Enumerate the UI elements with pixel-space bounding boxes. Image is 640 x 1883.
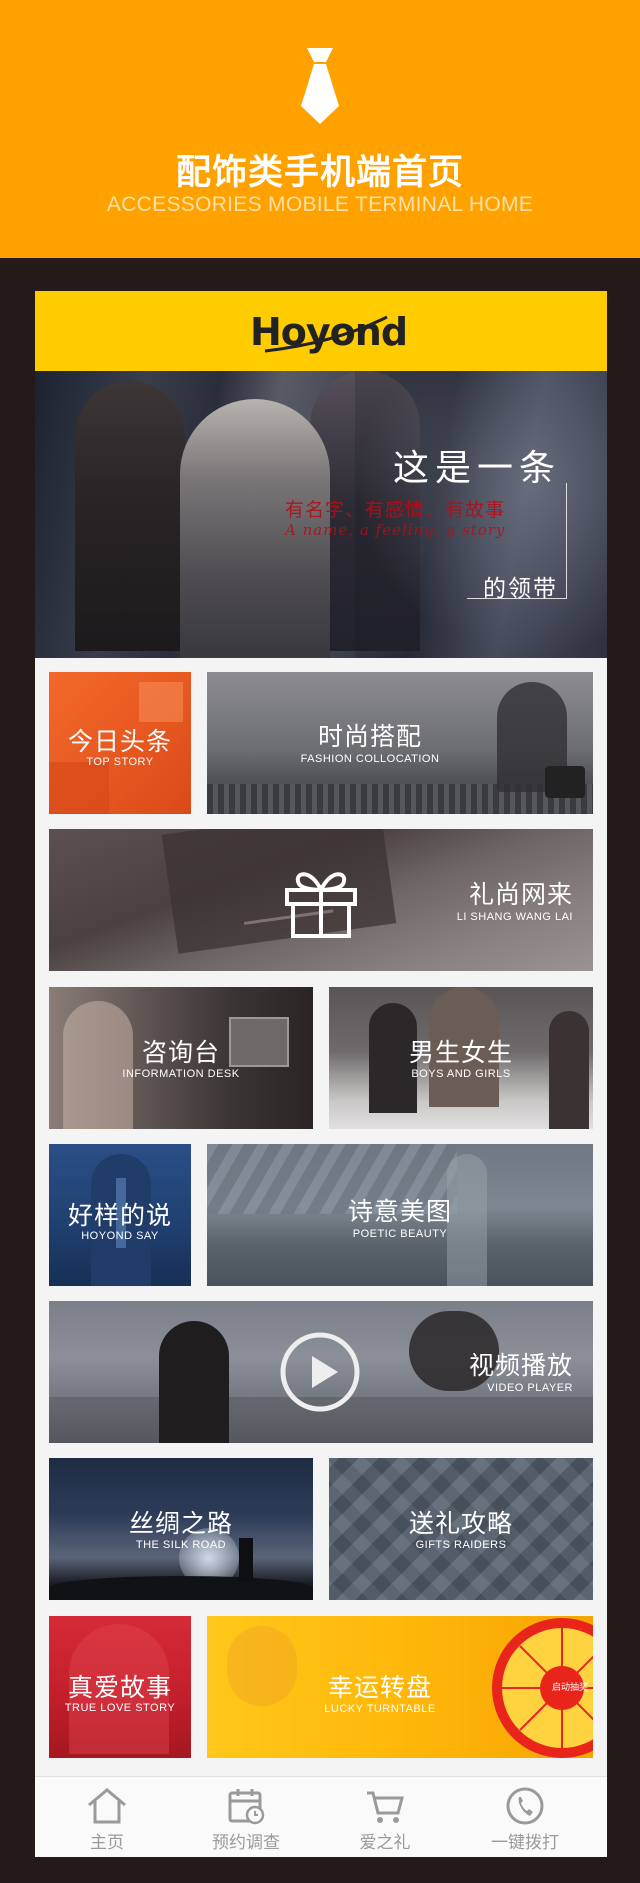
- bottom-tab-bar: 主页 预约调查 爱之礼 一键拨打: [35, 1776, 607, 1857]
- tab-love-gift[interactable]: 爱之礼: [317, 1777, 453, 1857]
- tab-label: 一键拨打: [491, 1833, 559, 1853]
- tile-title: 幸运转盘: [327, 1673, 432, 1702]
- tile-subtitle: HOYOND SAY: [81, 1230, 159, 1242]
- tab-label: 预约调查: [212, 1833, 280, 1853]
- tab-home[interactable]: 主页: [39, 1777, 175, 1857]
- tile-title: 男生女生: [408, 1038, 513, 1067]
- tab-booking-survey[interactable]: 预约调查: [178, 1777, 314, 1857]
- tile-poetic-beauty[interactable]: 诗意美图 POETIC BEAUTY: [207, 1144, 593, 1286]
- tile-title: 视频播放: [468, 1351, 573, 1380]
- tile-title: 送礼攻略: [408, 1509, 513, 1538]
- banner-subtitle: ACCESSORIES MOBILE TERMINAL HOME: [106, 193, 534, 216]
- tile-silk-road[interactable]: 丝绸之路 THE SILK ROAD: [49, 1458, 313, 1600]
- tile-subtitle: FASHION COLLOCATION: [300, 753, 440, 765]
- tile-subtitle: INFORMATION DESK: [122, 1068, 240, 1080]
- hero-tagline-zh: 有名字、有感情、有故事: [285, 499, 506, 521]
- tile-boys-and-girls[interactable]: 男生女生 BOYS AND GIRLS: [329, 987, 593, 1129]
- tile-top-story[interactable]: 今日头条 TOP STORY: [49, 672, 191, 814]
- tile-subtitle: VIDEO PLAYER: [487, 1382, 573, 1394]
- tab-label: 爱之礼: [359, 1833, 411, 1853]
- cart-icon: [367, 1791, 404, 1823]
- tile-subtitle: THE SILK ROAD: [135, 1539, 227, 1551]
- tile-title: 丝绸之路: [128, 1509, 233, 1538]
- hero-subheadline: 的领带: [483, 576, 558, 602]
- tile-subtitle: LI SHANG WANG LAI: [456, 911, 573, 923]
- model-figure-left: [75, 381, 185, 651]
- tile-gifts[interactable]: 礼尚网来 LI SHANG WANG LAI: [49, 829, 593, 971]
- tile-title: 真爱故事: [67, 1673, 172, 1702]
- tile-subtitle: BOYS AND GIRLS: [411, 1068, 511, 1080]
- tile-title: 礼尚网来: [468, 880, 573, 909]
- tile-subtitle: GIFTS RAIDERS: [415, 1539, 507, 1551]
- hero-banner[interactable]: 这是一条 有名字、有感情、有故事 A name, a feeling, a st…: [35, 371, 607, 658]
- tab-one-click-call[interactable]: 一键拨打: [457, 1777, 593, 1857]
- tile-information-desk[interactable]: 咨询台 INFORMATION DESK: [49, 987, 313, 1129]
- tile-hoyond-say[interactable]: 好样的说 HOYOND SAY: [49, 1144, 191, 1286]
- tile-video-player[interactable]: 视频播放 VIDEO PLAYER: [49, 1301, 593, 1443]
- tile-title: 咨询台: [141, 1038, 220, 1067]
- svg-text:Hoyond: Hoyond: [250, 310, 407, 354]
- app-header: Hoyond: [35, 291, 607, 371]
- intro-banner: 配饰类手机端首页 ACCESSORIES MOBILE TERMINAL HOM…: [0, 0, 640, 258]
- tie-icon: [301, 48, 339, 124]
- banner-title: 配饰类手机端首页: [175, 153, 464, 193]
- tile-title: 好样的说: [67, 1201, 172, 1230]
- tile-subtitle: TOP STORY: [86, 756, 154, 768]
- phone-screen: Hoyond 这是一条 有名字、有感情、有故事 A name, a feelin…: [35, 291, 607, 1857]
- calendar-clock-icon: [228, 1789, 265, 1825]
- tile-subtitle: LUCKY TURNTABLE: [324, 1703, 436, 1715]
- tile-gifts-raiders[interactable]: 送礼攻略 GIFTS RAIDERS: [329, 1458, 593, 1600]
- tile-true-love-story[interactable]: 真爱故事 TRUE LOVE STORY: [49, 1616, 191, 1758]
- tile-title: 时尚搭配: [317, 722, 422, 751]
- tile-fashion-collocation[interactable]: 时尚搭配 FASHION COLLOCATION: [207, 672, 593, 814]
- tile-lucky-turntable[interactable]: 启动抽奖 幸运转盘 LUCKY TURNTABLE: [207, 1616, 593, 1758]
- tab-label: 主页: [90, 1833, 124, 1853]
- tile-title: 今日头条: [67, 727, 172, 756]
- home-icon: [88, 1788, 126, 1824]
- hero-tagline-en: A name, a feeling, a story: [285, 521, 506, 539]
- phone-icon: [506, 1787, 544, 1825]
- hero-headline: 这是一条: [393, 448, 562, 489]
- tile-subtitle: POETIC BEAUTY: [352, 1228, 448, 1240]
- tile-subtitle: TRUE LOVE STORY: [64, 1702, 176, 1714]
- brand-logo[interactable]: Hoyond: [35, 303, 607, 359]
- tile-title: 诗意美图: [347, 1197, 452, 1226]
